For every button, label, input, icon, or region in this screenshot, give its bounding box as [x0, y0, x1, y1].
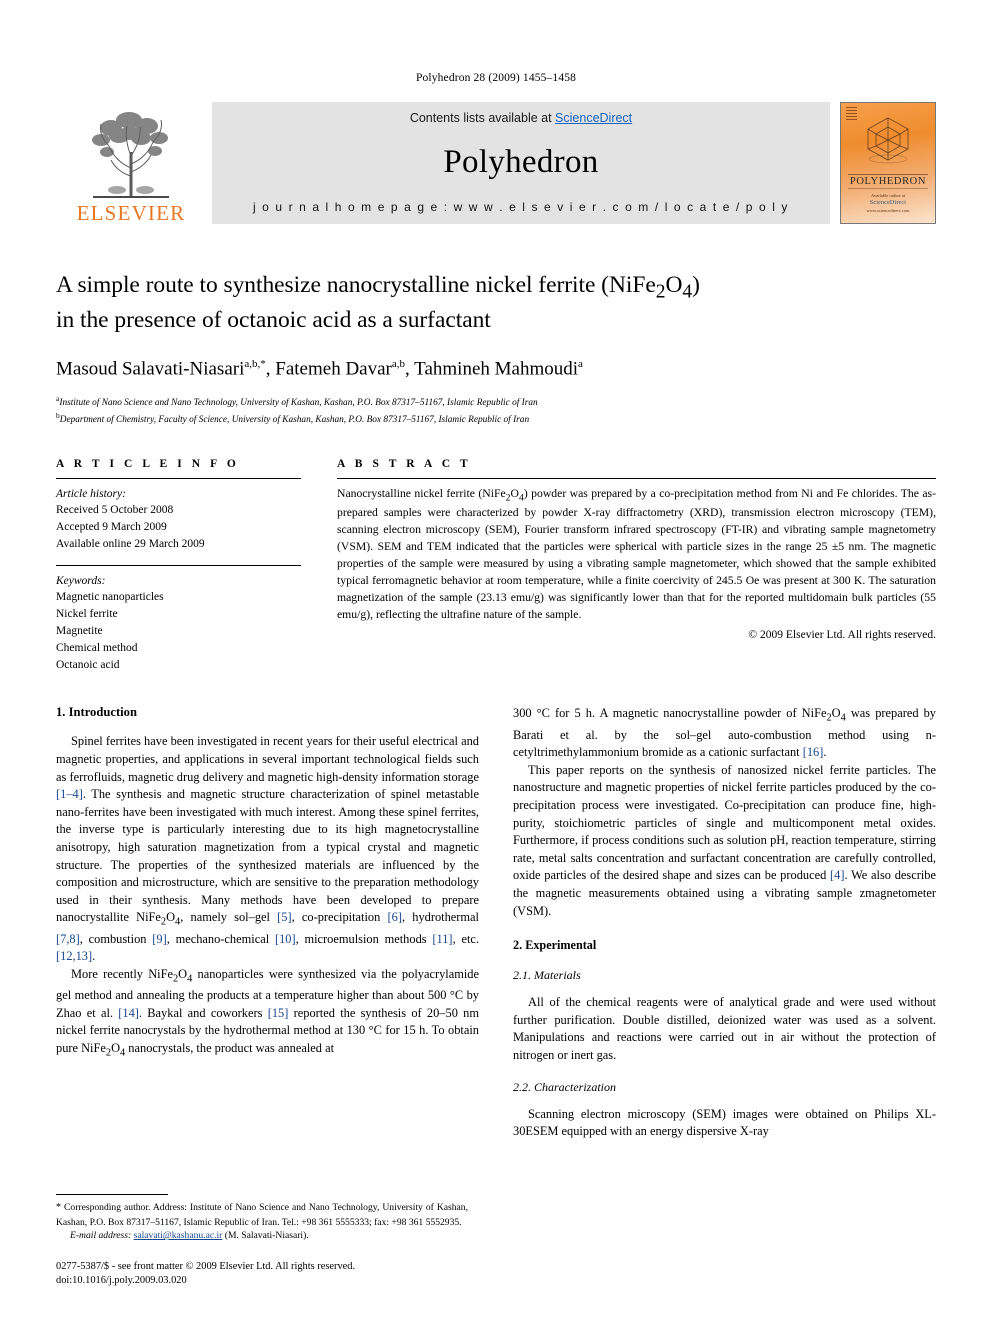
corresponding-email-link[interactable]: salavati@kashanu.ac.ir [134, 1230, 223, 1241]
affiliation-a-text: Institute of Nano Science and Nano Techn… [59, 397, 538, 408]
keyword-item: Magnetic nanoparticles [56, 591, 164, 604]
author-2-name: Fatemeh Davar [275, 358, 392, 379]
intro-paragraph-3: 300 °C for 5 h. A magnetic nanocrystalli… [513, 706, 936, 760]
article-history-label: Article history: [56, 487, 126, 500]
keywords-label: Keywords: [56, 574, 106, 587]
title-subscript-2: 2 [655, 281, 666, 303]
cover-footer-line2: ScienceDirect [869, 200, 907, 207]
body-column-right: 300 °C for 5 h. A magnetic nanocrystalli… [513, 705, 936, 1140]
history-received: Received 5 October 2008 [56, 504, 174, 517]
heading-experimental: 2. Experimental [513, 938, 597, 953]
contents-prefix: Contents lists available at [409, 111, 556, 125]
article-info-heading: A R T I C L E I N F O [56, 457, 240, 470]
asterisk-icon: * [56, 1202, 61, 1214]
running-head: Polyhedron 28 (2009) 1455–1458 [415, 72, 577, 84]
footnote-zone: * Corresponding author. Address: Institu… [56, 1194, 468, 1289]
sciencedirect-link[interactable]: ScienceDirect [555, 111, 632, 125]
cover-footer: Available online at ScienceDirect www.sc… [841, 193, 935, 216]
cover-footer-line1: Available online at [871, 192, 905, 198]
cover-elsevier-icon [846, 107, 857, 121]
abstract-column: A B S T R A C T Nanocrystalline nickel f… [337, 458, 936, 674]
affiliation-a: aInstitute of Nano Science and Nano Tech… [56, 393, 936, 411]
elsevier-tree-icon [71, 106, 191, 202]
journal-masthead: ELSEVIER Contents lists available at Sci… [56, 102, 936, 224]
title-line-1-part-1: A simple route to synthesize nanocrystal… [56, 272, 656, 298]
footnote-rule [56, 1194, 168, 1196]
elsevier-wordmark: ELSEVIER [76, 201, 186, 225]
affiliation-list: aInstitute of Nano Science and Nano Tech… [56, 393, 936, 428]
author-1-name: Masoud Salavati-Niasari [56, 358, 245, 379]
author-2-affiliation-marks: a,b [391, 357, 405, 370]
history-accepted: Accepted 9 March 2009 [56, 521, 167, 534]
characterization-paragraph: Scanning electron microscopy (SEM) image… [513, 1106, 936, 1139]
affiliation-b-text: Department of Chemistry, Faculty of Scie… [59, 415, 530, 426]
author-3-affiliation-marks: a [578, 357, 583, 370]
abstract-heading: A B S T R A C T [337, 457, 472, 470]
keyword-item: Octanoic acid [56, 658, 120, 671]
intro-paragraph-4: This paper reports on the synthesis of n… [513, 762, 936, 918]
email-label: E-mail address: [70, 1230, 132, 1242]
keyword-item: Magnetite [56, 625, 103, 638]
corresponding-author-note: * Corresponding author. Address: Institu… [56, 1201, 468, 1229]
title-subscript-4: 4 [682, 281, 693, 303]
doi-line: doi:10.1016/j.poly.2009.03.020 [56, 1275, 187, 1287]
journal-homepage-line[interactable]: j o u r n a l h o m e p a g e : w w w . … [253, 200, 789, 214]
affiliation-b: bDepartment of Chemistry, Faculty of Sci… [56, 410, 936, 428]
contents-list-line: Contents lists available at ScienceDirec… [410, 111, 632, 125]
info-abstract-row: A R T I C L E I N F O Article history: R… [56, 458, 936, 674]
article-info-column: A R T I C L E I N F O Article history: R… [56, 458, 301, 674]
title-block: A simple route to synthesize nanocrystal… [56, 270, 936, 428]
title-line-2: in the presence of octanoic acid as a su… [56, 307, 491, 334]
body-column-left: 1. Introduction Spinel ferrites have bee… [56, 705, 479, 1140]
heading-characterization: 2.2. Characterization [513, 1079, 617, 1094]
elsevier-logo: ELSEVIER [56, 102, 206, 224]
materials-paragraph: All of the chemical reagents were of ana… [513, 995, 936, 1063]
journal-banner: Contents lists available at ScienceDirec… [212, 102, 830, 224]
cover-journal-title: POLYHEDRON [847, 174, 929, 189]
heading-materials: 2.1. Materials [513, 968, 581, 983]
polyhedron-wireframe-icon [860, 115, 916, 170]
body-columns: 1. Introduction Spinel ferrites have bee… [56, 705, 936, 1140]
intro-paragraph-1: Spinel ferrites have been investigated i… [56, 734, 480, 964]
email-note: E-mail address: salavati@kashanu.ac.ir (… [56, 1229, 468, 1243]
journal-cover-thumbnail: POLYHEDRON Available online at ScienceDi… [840, 102, 936, 224]
abstract-rule [337, 477, 936, 479]
article-history-list: Received 5 October 2008 Accepted 9 March… [56, 502, 301, 552]
intro-paragraph-2: More recently NiFe2O4 nanoparticles were… [56, 966, 479, 1059]
abstract-copyright: © 2009 Elsevier Ltd. All rights reserved… [748, 629, 936, 642]
keyword-item: Nickel ferrite [56, 608, 118, 621]
journal-title: Polyhedron [443, 144, 599, 180]
title-oxygen: O [665, 272, 683, 298]
article-page: Polyhedron 28 (2009) 1455–1458 ELSEVIER … [0, 0, 992, 1323]
title-paren-close: ) [692, 272, 700, 298]
keyword-item: Chemical method [56, 641, 138, 654]
corresponding-author-text: Corresponding author. Address: Institute… [56, 1202, 468, 1228]
issn-line: 0277-5387/$ - see front matter © 2009 El… [56, 1260, 356, 1272]
keywords-list: Magnetic nanoparticles Nickel ferrite Ma… [56, 589, 301, 673]
history-available-online: Available online 29 March 2009 [56, 538, 205, 551]
keywords-rule [56, 564, 301, 566]
author-list: Masoud Salavati-Niasaria,b,*, Fatemeh Da… [56, 357, 583, 379]
email-attribution: (M. Salavati-Niasari). [224, 1230, 309, 1242]
cover-footer-line3: www.sciencedirect.com [866, 208, 910, 214]
author-1-affiliation-marks[interactable]: a,b,* [244, 358, 265, 370]
author-3-name: Tahmineh Mahmoudi [414, 358, 579, 379]
abstract-text: Nanocrystalline nickel ferrite (NiFe2O4)… [337, 486, 936, 622]
article-info-rule [56, 477, 301, 479]
issn-copyright-block: 0277-5387/$ - see front matter © 2009 El… [56, 1260, 468, 1289]
paper-title: A simple route to synthesize nanocrystal… [56, 270, 936, 336]
heading-introduction: 1. Introduction [56, 705, 137, 720]
